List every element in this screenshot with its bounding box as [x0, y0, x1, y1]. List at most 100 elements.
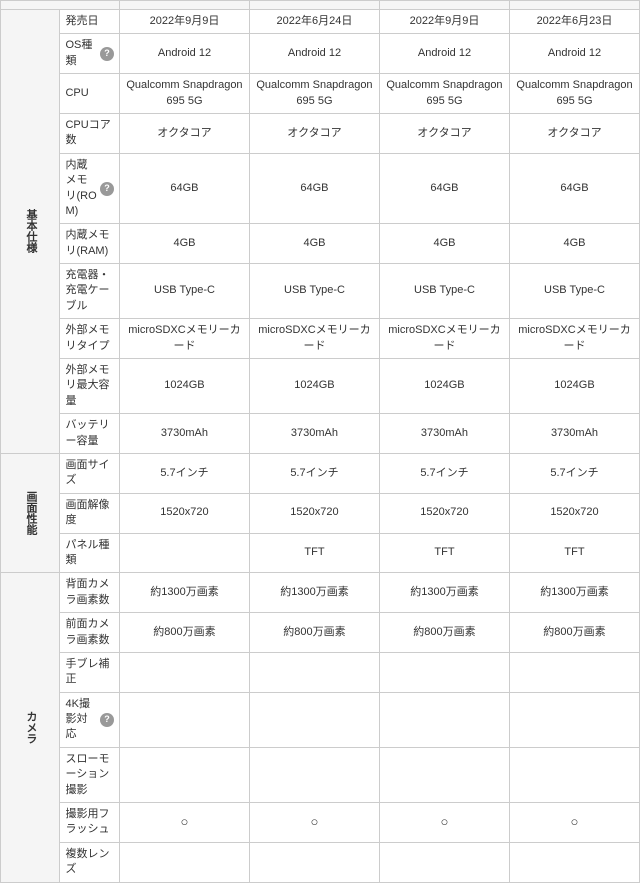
data-cell-row8-col2: 1024GB [249, 359, 379, 414]
table-row: 外部メモリ最大容量1024GB1024GB1024GB1024GB [1, 359, 640, 414]
col3-header [379, 1, 509, 10]
table-row: 4K撮影対応? [1, 692, 640, 747]
comparison-table: 基本仕様発売日2022年9月9日2022年6月24日2022年9月9日2022年… [0, 0, 640, 883]
data-cell-row18-col1: ○ [119, 803, 249, 843]
data-cell-row6-col4: USB Type-C [509, 264, 639, 319]
table-row: スローモーション撮影 [1, 747, 640, 802]
circle-mark: ○ [311, 814, 319, 829]
info-icon[interactable]: ? [100, 713, 114, 727]
data-cell-row19-col2 [249, 842, 379, 882]
row-label: 外部メモリ最大容量 [60, 359, 119, 414]
data-cell-row19-col3 [379, 842, 509, 882]
data-cell-row13-col3: 約1300万画素 [379, 573, 509, 613]
data-cell-row4-col2: 64GB [249, 153, 379, 224]
table-row: 画面解像度1520x7201520x7201520x7201520x720 [1, 493, 640, 533]
header-row [1, 1, 640, 10]
data-cell-row0-col4: 2022年6月23日 [509, 10, 639, 34]
data-cell-row10-col2: 5.7インチ [249, 453, 379, 493]
info-icon[interactable]: ? [100, 182, 114, 196]
circle-mark: ○ [441, 814, 449, 829]
data-cell-row19-col1 [119, 842, 249, 882]
row-label: 手ブレ補正 [60, 652, 119, 692]
data-cell-row12-col3: TFT [379, 533, 509, 573]
row-label: 充電器・充電ケーブル [60, 264, 119, 319]
row-label: 画面サイズ [60, 453, 119, 493]
data-cell-row16-col4 [509, 692, 639, 747]
data-cell-row8-col3: 1024GB [379, 359, 509, 414]
data-cell-row16-col2 [249, 692, 379, 747]
row-label: CPUコア数 [60, 113, 119, 153]
data-cell-row7-col3: microSDXCメモリーカード [379, 319, 509, 359]
data-cell-row6-col1: USB Type-C [119, 264, 249, 319]
data-cell-row5-col4: 4GB [509, 224, 639, 264]
data-cell-row12-col1 [119, 533, 249, 573]
data-cell-row9-col2: 3730mAh [249, 414, 379, 454]
data-cell-row4-col3: 64GB [379, 153, 509, 224]
data-cell-row10-col4: 5.7インチ [509, 453, 639, 493]
data-cell-row3-col4: オクタコア [509, 113, 639, 153]
data-cell-row4-col1: 64GB [119, 153, 249, 224]
row-label: 内蔵メモリ(ROM)? [60, 153, 119, 224]
row-label: 内蔵メモリ(RAM) [60, 224, 119, 264]
data-cell-row1-col3: Android 12 [379, 34, 509, 74]
data-cell-row15-col1 [119, 652, 249, 692]
table-row: 画面性能画面サイズ5.7インチ5.7インチ5.7インチ5.7インチ [1, 453, 640, 493]
row-label: 背面カメラ画素数 [60, 573, 119, 613]
table-row: 複数レンズ [1, 842, 640, 882]
table-row: パネル種類TFTTFTTFT [1, 533, 640, 573]
table-row: 外部メモリタイプmicroSDXCメモリーカードmicroSDXCメモリーカード… [1, 319, 640, 359]
col4-header [509, 1, 639, 10]
data-cell-row0-col2: 2022年6月24日 [249, 10, 379, 34]
data-cell-row18-col3: ○ [379, 803, 509, 843]
data-cell-row1-col1: Android 12 [119, 34, 249, 74]
table-row: 内蔵メモリ(ROM)?64GB64GB64GB64GB [1, 153, 640, 224]
table-row: 充電器・充電ケーブルUSB Type-CUSB Type-CUSB Type-C… [1, 264, 640, 319]
data-cell-row12-col4: TFT [509, 533, 639, 573]
section-label: カメラ [1, 573, 60, 882]
data-cell-row9-col4: 3730mAh [509, 414, 639, 454]
data-cell-row17-col4 [509, 747, 639, 802]
data-cell-row14-col2: 約800万画素 [249, 613, 379, 653]
table-row: 撮影用フラッシュ○○○○ [1, 803, 640, 843]
data-cell-row5-col1: 4GB [119, 224, 249, 264]
row-label: 前面カメラ画素数 [60, 613, 119, 653]
data-cell-row14-col3: 約800万画素 [379, 613, 509, 653]
data-cell-row5-col3: 4GB [379, 224, 509, 264]
data-cell-row9-col1: 3730mAh [119, 414, 249, 454]
data-cell-row15-col2 [249, 652, 379, 692]
data-cell-row9-col3: 3730mAh [379, 414, 509, 454]
table-row: 基本仕様発売日2022年9月9日2022年6月24日2022年9月9日2022年… [1, 10, 640, 34]
col2-header [249, 1, 379, 10]
data-cell-row0-col1: 2022年9月9日 [119, 10, 249, 34]
data-cell-row16-col1 [119, 692, 249, 747]
data-cell-row10-col1: 5.7インチ [119, 453, 249, 493]
row-label: パネル種類 [60, 533, 119, 573]
data-cell-row8-col1: 1024GB [119, 359, 249, 414]
table-row: OS種類?Android 12Android 12Android 12Andro… [1, 34, 640, 74]
row-label: 外部メモリタイプ [60, 319, 119, 359]
row-label: 複数レンズ [60, 842, 119, 882]
data-cell-row2-col4: Qualcomm Snapdragon 695 5G [509, 74, 639, 114]
row-label: OS種類? [60, 34, 119, 74]
table-row: CPU Qualcomm Snapdragon 695 5GQualcomm Sn… [1, 74, 640, 114]
data-cell-row13-col2: 約1300万画素 [249, 573, 379, 613]
section-label: 基本仕様 [1, 10, 60, 454]
data-cell-row2-col3: Qualcomm Snapdragon 695 5G [379, 74, 509, 114]
section-label: 画面性能 [1, 453, 60, 572]
data-cell-row14-col4: 約800万画素 [509, 613, 639, 653]
product-name-header [1, 1, 120, 10]
data-cell-row10-col3: 5.7インチ [379, 453, 509, 493]
comparison-table-wrapper: 基本仕様発売日2022年9月9日2022年6月24日2022年9月9日2022年… [0, 0, 640, 883]
data-cell-row3-col2: オクタコア [249, 113, 379, 153]
data-cell-row11-col3: 1520x720 [379, 493, 509, 533]
data-cell-row3-col1: オクタコア [119, 113, 249, 153]
row-label: CPU [60, 74, 119, 114]
row-label: 撮影用フラッシュ [60, 803, 119, 843]
data-cell-row15-col3 [379, 652, 509, 692]
table-row: 手ブレ補正 [1, 652, 640, 692]
col1-header [119, 1, 249, 10]
info-icon[interactable]: ? [100, 47, 114, 61]
data-cell-row18-col4: ○ [509, 803, 639, 843]
row-label: 4K撮影対応? [60, 692, 119, 747]
data-cell-row13-col1: 約1300万画素 [119, 573, 249, 613]
